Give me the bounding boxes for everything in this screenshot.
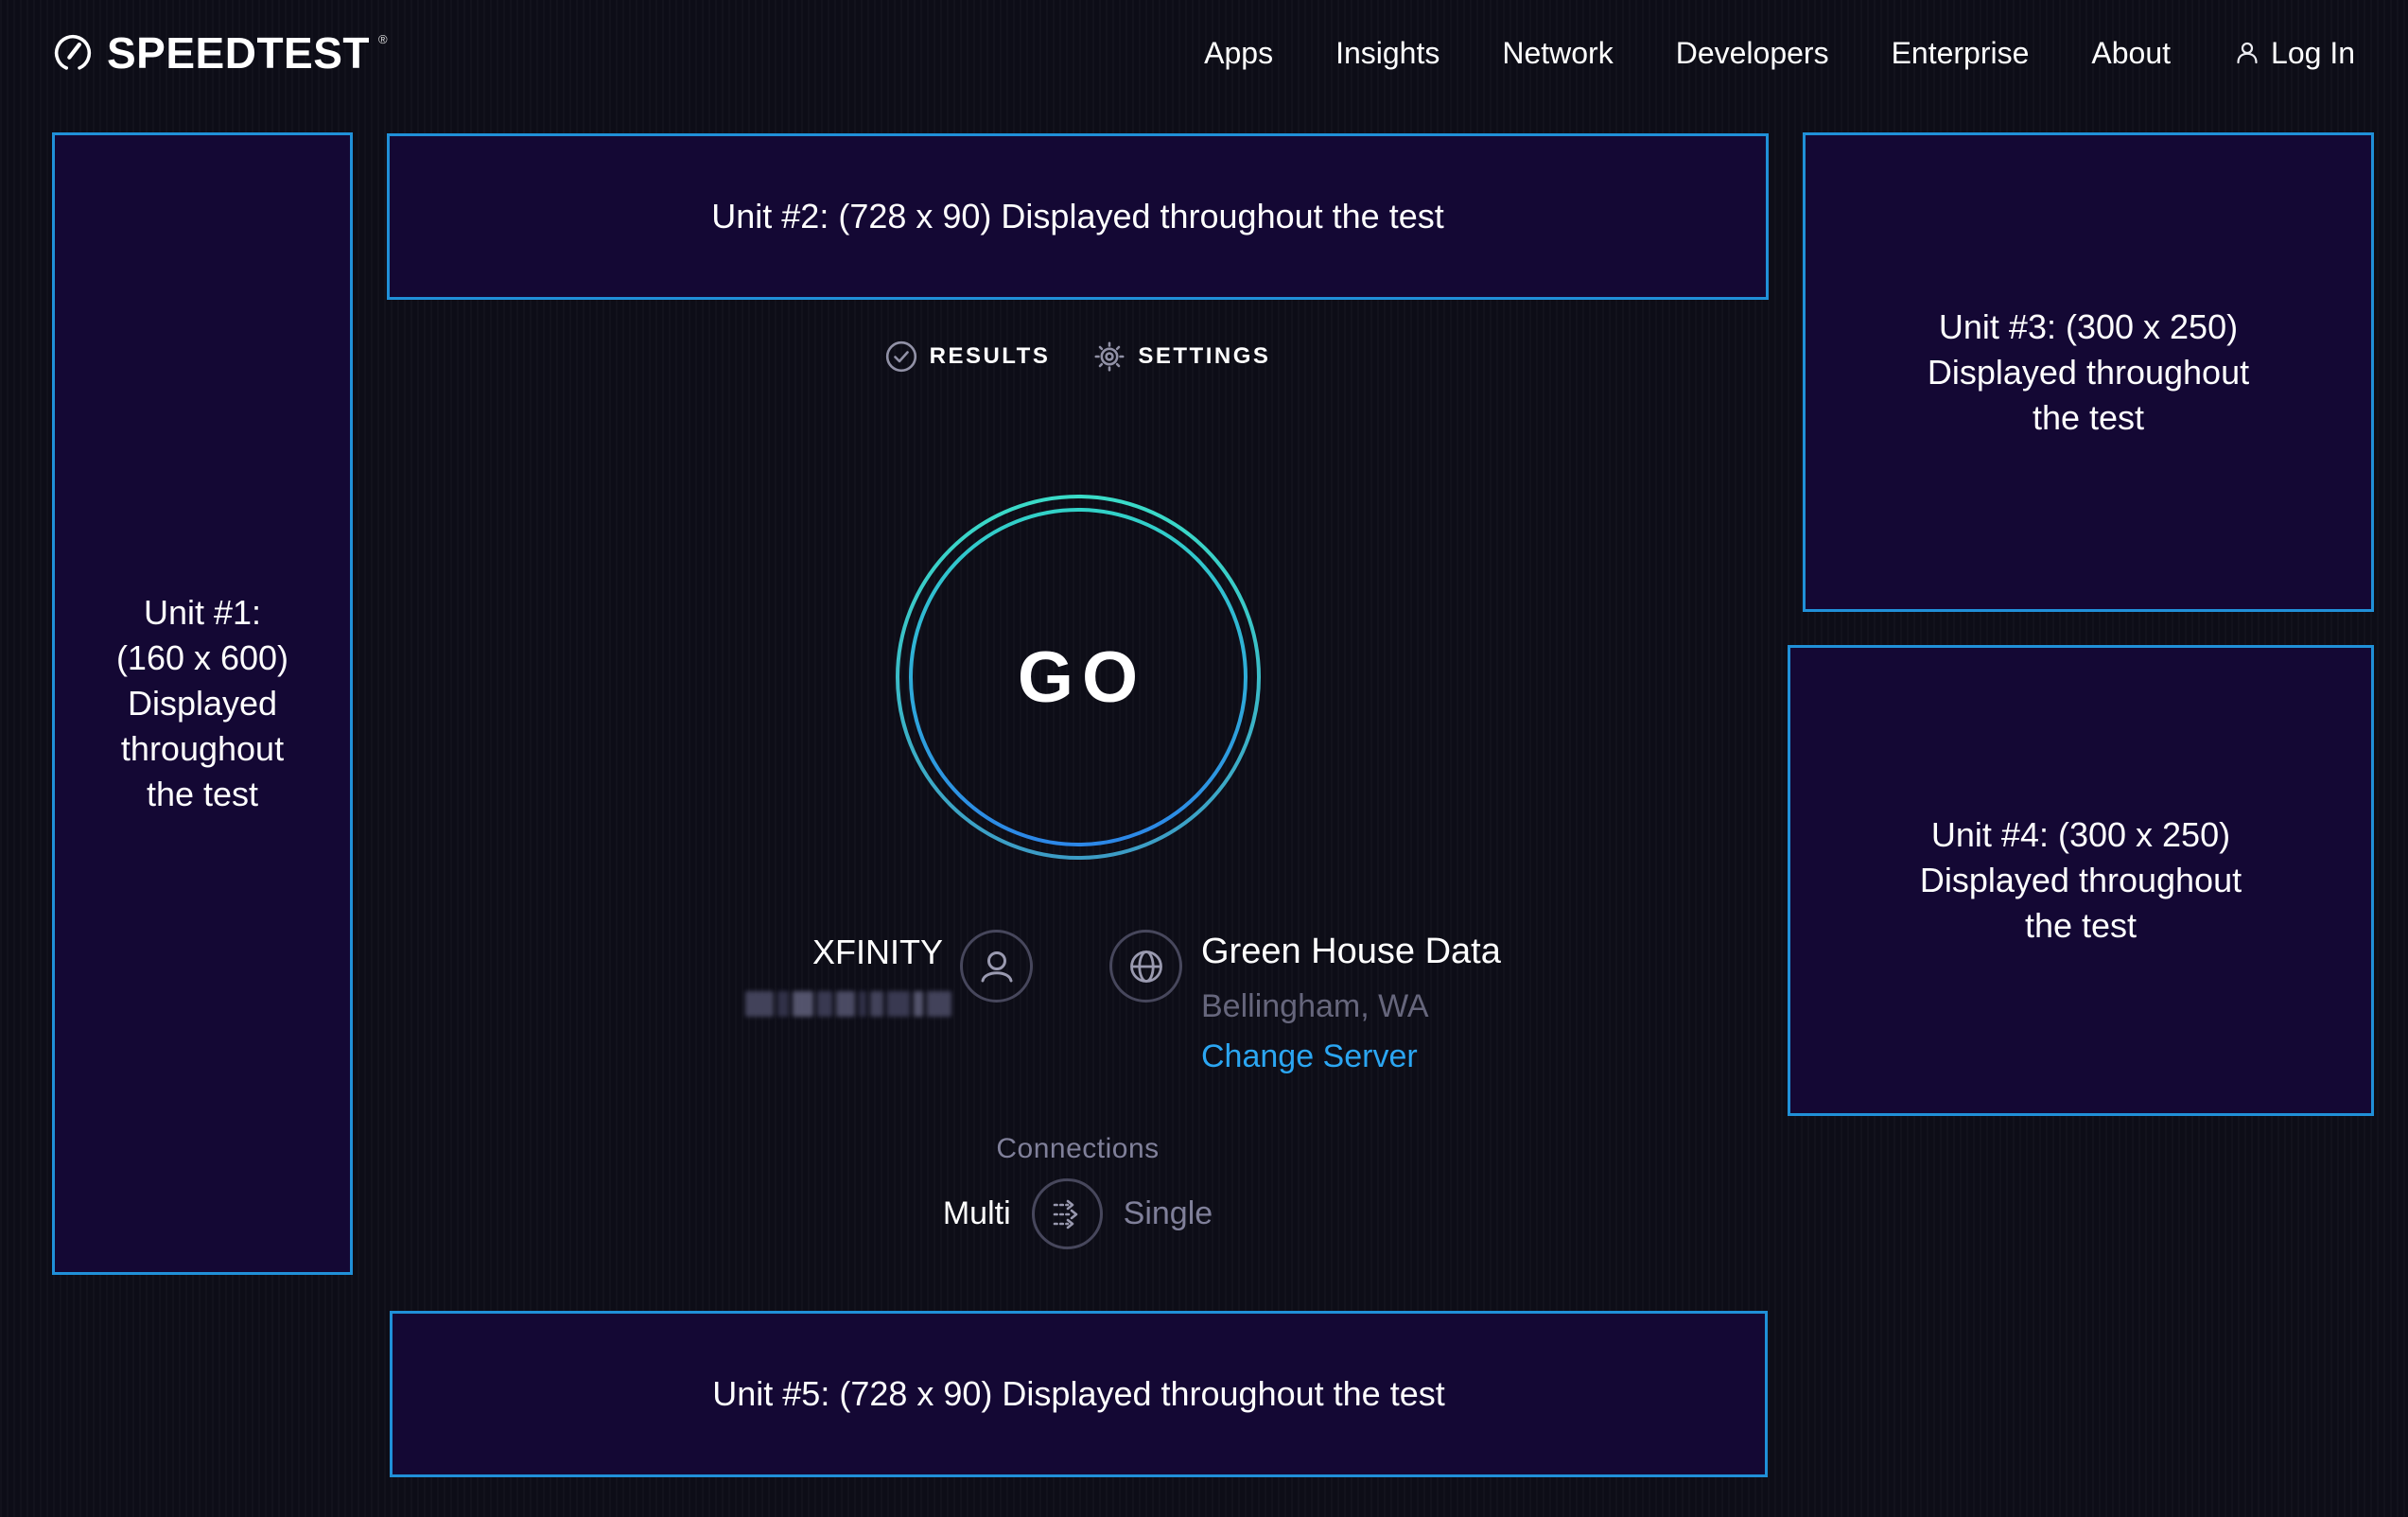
- server-name: Green House Data: [1201, 931, 1501, 972]
- ad-unit-1-text: Unit #1: (160 x 600) Displayed throughou…: [106, 590, 300, 817]
- speedtest-logo[interactable]: SPEEDTEST ®: [53, 27, 393, 78]
- user-icon: [2233, 39, 2261, 67]
- logo-text: SPEEDTEST: [107, 27, 370, 78]
- view-tabs: RESULTS: [353, 340, 1803, 373]
- tab-settings[interactable]: SETTINGS: [1093, 340, 1270, 373]
- multi-option[interactable]: Multi: [943, 1195, 1011, 1232]
- connections-label: Connections: [353, 1133, 1803, 1165]
- server-globe: [1109, 930, 1182, 1003]
- tab-results[interactable]: RESULTS: [885, 340, 1051, 373]
- speedometer-icon: [53, 33, 93, 73]
- isp-name: XFINITY: [353, 933, 943, 972]
- ad-unit-3-text: Unit #3: (300 x 250) Displayed throughou…: [1904, 305, 2273, 441]
- change-server-link[interactable]: Change Server: [1201, 1037, 1418, 1075]
- gear-icon: [1093, 340, 1125, 373]
- go-button[interactable]: GO: [892, 491, 1265, 863]
- settings-tab-label: SETTINGS: [1138, 343, 1270, 370]
- connections-toggle-button[interactable]: [1032, 1178, 1103, 1249]
- nav-item-about[interactable]: About: [2091, 36, 2171, 71]
- server-location: Bellingham, WA: [1201, 987, 1429, 1025]
- nav-item-login[interactable]: Log In: [2233, 36, 2355, 71]
- login-label: Log In: [2271, 36, 2355, 71]
- single-option[interactable]: Single: [1124, 1195, 1213, 1232]
- check-circle-icon: [885, 340, 917, 373]
- speedtest-main: RESULTS: [353, 0, 1803, 1517]
- isp-ip-redacted: [745, 991, 951, 1017]
- ad-unit-3[interactable]: Unit #3: (300 x 250) Displayed throughou…: [1803, 132, 2374, 612]
- ad-unit-1[interactable]: Unit #1: (160 x 600) Displayed throughou…: [52, 132, 353, 1275]
- results-tab-label: RESULTS: [930, 343, 1051, 370]
- globe-icon: [1125, 945, 1168, 988]
- isp-avatar: [960, 930, 1033, 1003]
- multi-arrows-icon: [1045, 1193, 1089, 1236]
- ad-unit-4[interactable]: Unit #4: (300 x 250) Displayed throughou…: [1788, 645, 2374, 1116]
- go-button-label: GO: [892, 491, 1265, 863]
- nav-item-enterprise[interactable]: Enterprise: [1892, 36, 2030, 71]
- ad-unit-4-text: Unit #4: (300 x 250) Displayed throughou…: [1896, 812, 2265, 949]
- connection-mode-toggle: Multi Single: [353, 1178, 1803, 1249]
- user-circle-icon: [975, 945, 1019, 988]
